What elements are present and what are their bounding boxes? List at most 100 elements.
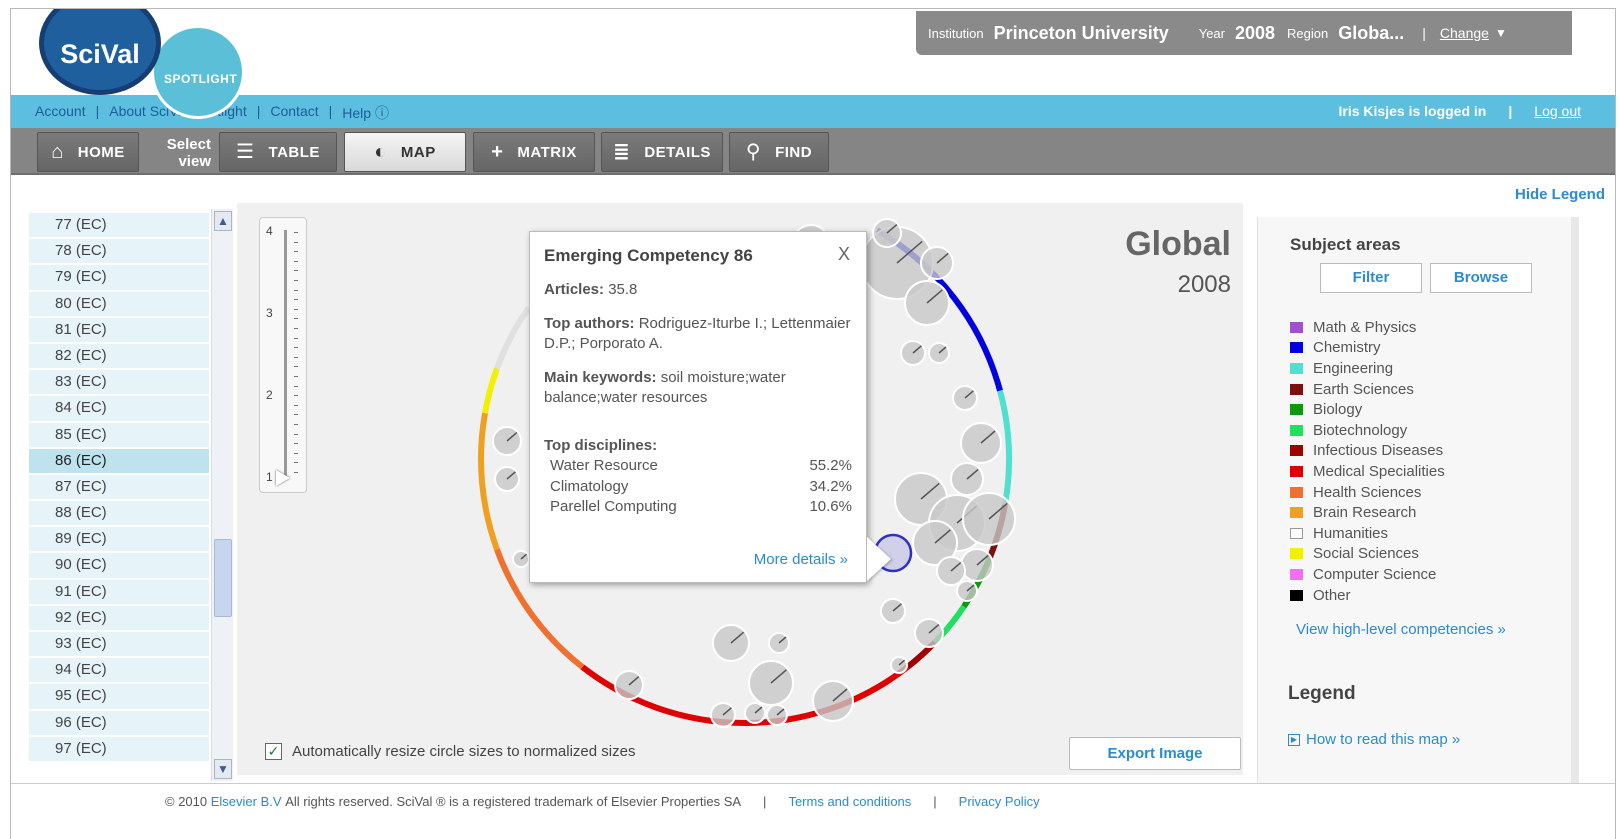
scival-logo[interactable]: SciVal [39,9,161,95]
details-icon: ≣ [613,141,631,163]
subject-area-item[interactable]: Infectious Diseases [1290,441,1445,462]
color-swatch [1290,527,1303,539]
list-item[interactable]: 85 (EC) [29,422,209,449]
help-link[interactable]: Help ⓘ [342,103,389,123]
color-swatch [1290,548,1303,560]
export-image-button[interactable]: Export Image [1069,737,1241,770]
color-swatch [1290,362,1303,374]
hide-legend-link[interactable]: Hide Legend [1515,186,1605,203]
institution-label: Institution [928,25,984,41]
list-item[interactable]: 82 (EC) [29,343,209,371]
list-item[interactable]: 90 (EC) [29,553,209,580]
list-item[interactable]: 80 (EC) [29,291,209,318]
zoom-slider[interactable]: 4 3 2 1 [259,217,307,493]
more-details-link[interactable]: More details » [754,551,848,568]
list-item[interactable]: 89 (EC) [29,527,209,554]
list-item[interactable]: 87 (EC) [29,474,209,502]
resize-checkbox[interactable]: ✓ [265,743,282,760]
list-item[interactable]: 83 (EC) [29,370,209,397]
account-link[interactable]: Account [35,103,86,123]
terms-link[interactable]: Terms and conditions [788,794,911,809]
separator: | [1422,25,1426,41]
list-item[interactable]: 78 (EC) [29,239,209,266]
subject-area-item[interactable]: Medical Specialities [1290,461,1445,482]
slider-track[interactable] [284,230,287,480]
how-to-read-link[interactable]: ▶ How to read this map » [1288,731,1460,748]
change-link[interactable]: Change [1440,25,1489,41]
subject-area-item[interactable]: Chemistry [1290,338,1445,359]
subject-areas-title: Subject areas [1290,235,1401,254]
slider-tick [294,289,298,291]
color-swatch [1290,321,1303,333]
list-scrollbar[interactable]: ▲ ▼ [211,209,233,781]
resize-label: Automatically resize circle sizes to nor… [292,743,636,760]
list-item[interactable]: 94 (EC) [29,658,209,685]
elsevier-link[interactable]: Elsevier B.V [211,794,282,809]
list-item[interactable]: 93 (EC) [29,632,209,659]
list-item[interactable]: 96 (EC) [29,710,209,737]
globe-icon: ◐ [374,141,387,163]
popup-pointer [867,537,891,581]
subject-area-item[interactable]: Social Sciences [1290,544,1445,565]
discipline-name: Water Resource [550,457,658,474]
details-label: DETAILS [644,143,711,161]
subject-area-item[interactable]: Earth Sciences [1290,379,1445,400]
dropdown-arrow-icon[interactable]: ▼ [1495,26,1507,40]
list-item[interactable]: 95 (EC) [29,684,209,711]
list-item[interactable]: 86 (EC) [29,448,209,475]
contact-link[interactable]: Contact [270,103,318,123]
list-item[interactable]: 81 (EC) [29,317,209,344]
subject-area-label: Social Sciences [1313,545,1419,563]
legend-scrollbar[interactable] [1571,217,1579,783]
filter-button[interactable]: Filter [1320,263,1422,293]
subject-area-item[interactable]: Humanities [1290,523,1445,544]
logout-link[interactable]: Log out [1534,103,1581,119]
subject-area-item[interactable]: Computer Science [1290,564,1445,585]
list-item[interactable]: 92 (EC) [29,605,209,632]
list-item[interactable]: 91 (EC) [29,579,209,606]
popup-title: Emerging Competency 86 [544,246,753,265]
subject-area-item[interactable]: Health Sciences [1290,482,1445,503]
color-swatch [1290,445,1303,457]
color-swatch [1290,465,1303,477]
find-button[interactable]: ⚲ FIND [729,132,829,172]
list-item[interactable]: 84 (EC) [29,396,209,423]
matrix-view-button[interactable]: + MATRIX [473,132,595,172]
scroll-up-icon[interactable]: ▲ [214,211,232,231]
browse-button[interactable]: Browse [1430,263,1532,293]
list-item[interactable]: 77 (EC) [29,213,209,240]
authors-row: Top authors: Rodriguez-Iturbe I.; Letten… [544,314,852,354]
details-view-button[interactable]: ≣ DETAILS [601,132,723,172]
select-view-label: Select view [166,136,211,170]
scrollbar-thumb[interactable] [214,539,232,617]
close-icon[interactable]: X [838,244,850,265]
home-button[interactable]: ⌂ HOME [37,132,139,172]
list-item[interactable]: 88 (EC) [29,501,209,528]
subject-area-item[interactable]: Biology [1290,399,1445,420]
subject-area-item[interactable]: Brain Research [1290,502,1445,523]
slider-handle[interactable] [276,470,290,486]
slider-tick [294,424,298,425]
view-high-level-link[interactable]: View high-level competencies » [1296,621,1506,638]
logo-main-text: SciVal [60,38,140,69]
home-icon: ⌂ [51,141,64,163]
subject-area-item[interactable]: Engineering [1290,358,1445,379]
scroll-down-icon[interactable]: ▼ [214,759,232,779]
color-swatch [1290,507,1303,519]
map-view-button[interactable]: ◐ MAP [344,132,466,172]
keywords-label: Main keywords: [544,369,657,386]
login-status: Iris Kisjes is logged in [1338,103,1487,119]
list-item[interactable]: 79 (EC) [29,265,209,292]
subject-area-item[interactable]: Biotechnology [1290,420,1445,441]
subject-area-item[interactable]: Other [1290,585,1445,606]
subject-area-item[interactable]: Math & Physics [1290,317,1445,338]
table-view-button[interactable]: ☰ TABLE [219,132,337,172]
subject-area-label: Medical Specialities [1313,462,1445,480]
privacy-link[interactable]: Privacy Policy [959,794,1040,809]
discipline-row: Parellel Computing 10.6% [544,497,852,518]
slider-tick [294,356,298,358]
region-value: Globa... [1338,22,1405,43]
list-item[interactable]: 97 (EC) [29,736,209,763]
articles-row: Articles: 35.8 [544,280,852,300]
resize-option[interactable]: ✓ Automatically resize circle sizes to n… [265,743,635,760]
